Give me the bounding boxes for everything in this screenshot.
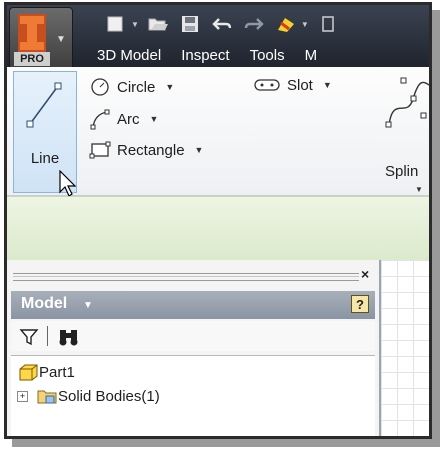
ribbon-panel-bar [7, 196, 429, 261]
tab-3d-model[interactable]: 3D Model [87, 45, 171, 67]
close-icon[interactable]: × [361, 266, 369, 282]
mouse-cursor-icon [59, 170, 77, 197]
tab-inspect[interactable]: Inspect [171, 45, 239, 67]
slot-button[interactable]: Slot ▼ [253, 76, 332, 94]
tab-tools[interactable]: Tools [240, 45, 295, 67]
slot-label: Slot [287, 76, 313, 94]
chevron-down-icon[interactable]: ▼ [195, 145, 204, 155]
tree-item-label: Part1 [39, 363, 75, 381]
rectangle-label: Rectangle [117, 141, 185, 159]
binoculars-icon[interactable] [57, 327, 81, 347]
ribbon-panel: Line Circle ▼ Arc ▼ Rectangle ▼ Slot ▼ S… [7, 67, 431, 197]
graphics-window[interactable] [379, 260, 429, 436]
chevron-down-icon[interactable]: ▼ [323, 80, 332, 90]
title-bar: PRO ▼ ▼ ▼ 3D Model Inspect Tools M [7, 5, 429, 71]
application-menu-button[interactable]: PRO ▼ [9, 7, 73, 71]
arc-icon [90, 109, 110, 130]
browser-toolbar [11, 321, 375, 351]
new-icon[interactable] [103, 12, 129, 36]
quick-access-toolbar: ▼ ▼ [103, 11, 341, 37]
slot-icon [254, 79, 280, 91]
arc-button[interactable]: Arc ▼ [89, 108, 158, 130]
chevron-down-icon: ▼ [56, 34, 66, 45]
open-icon[interactable] [145, 12, 171, 36]
update-icon[interactable] [273, 12, 299, 36]
pane-grip[interactable] [13, 273, 359, 281]
browser-header: Model ▼ ? [11, 291, 375, 319]
pro-badge: PRO [14, 52, 50, 66]
filter-icon[interactable] [19, 327, 39, 347]
chevron-down-icon[interactable]: ▼ [165, 82, 174, 92]
toolbar-divider [47, 326, 48, 346]
inventor-logo-icon [18, 14, 46, 52]
line-tool-icon [26, 82, 62, 128]
line-button[interactable]: Line [13, 71, 77, 197]
expand-icon[interactable]: + [17, 390, 28, 402]
tree-item-solid-bodies[interactable]: + Solid Bodies(1) [17, 386, 160, 406]
chevron-down-icon[interactable]: ▼ [301, 20, 309, 29]
ribbon-tabs: 3D Model Inspect Tools M [87, 45, 327, 67]
save-icon[interactable] [177, 12, 203, 36]
more-icon[interactable] [315, 12, 341, 36]
rectangle-icon [89, 141, 111, 159]
chevron-down-icon[interactable]: ▼ [415, 185, 423, 194]
chevron-down-icon[interactable]: ▼ [150, 114, 159, 124]
rectangle-button[interactable]: Rectangle ▼ [89, 140, 203, 160]
tree-item-label: Solid Bodies(1) [58, 387, 160, 405]
line-button-label: Line [30, 150, 60, 167]
spline-label[interactable]: Splin [385, 163, 418, 180]
chevron-down-icon[interactable]: ▼ [131, 20, 139, 29]
undo-icon[interactable] [209, 12, 235, 36]
tab-more[interactable]: M [295, 45, 328, 67]
arc-label: Arc [117, 110, 140, 128]
redo-icon[interactable] [241, 12, 267, 36]
solid-bodies-folder-icon [37, 390, 57, 404]
part-icon [19, 364, 38, 381]
tree-item-part1[interactable]: Part1 [17, 362, 75, 382]
circle-button[interactable]: Circle ▼ [89, 76, 174, 98]
spline-icon[interactable] [383, 75, 431, 135]
circle-icon [91, 78, 109, 96]
chevron-down-icon[interactable]: ▼ [83, 300, 93, 311]
browser-title[interactable]: Model [21, 295, 67, 313]
browser-tree: Part1 + Solid Bodies(1) [11, 355, 375, 436]
help-icon[interactable]: ? [351, 295, 369, 313]
inventor-window: PRO ▼ ▼ ▼ 3D Model Inspect Tools M Line … [4, 2, 432, 439]
circle-label: Circle [117, 78, 156, 96]
model-browser: × Model ▼ ? Part1 + Solid Bodies(1) [7, 260, 379, 436]
